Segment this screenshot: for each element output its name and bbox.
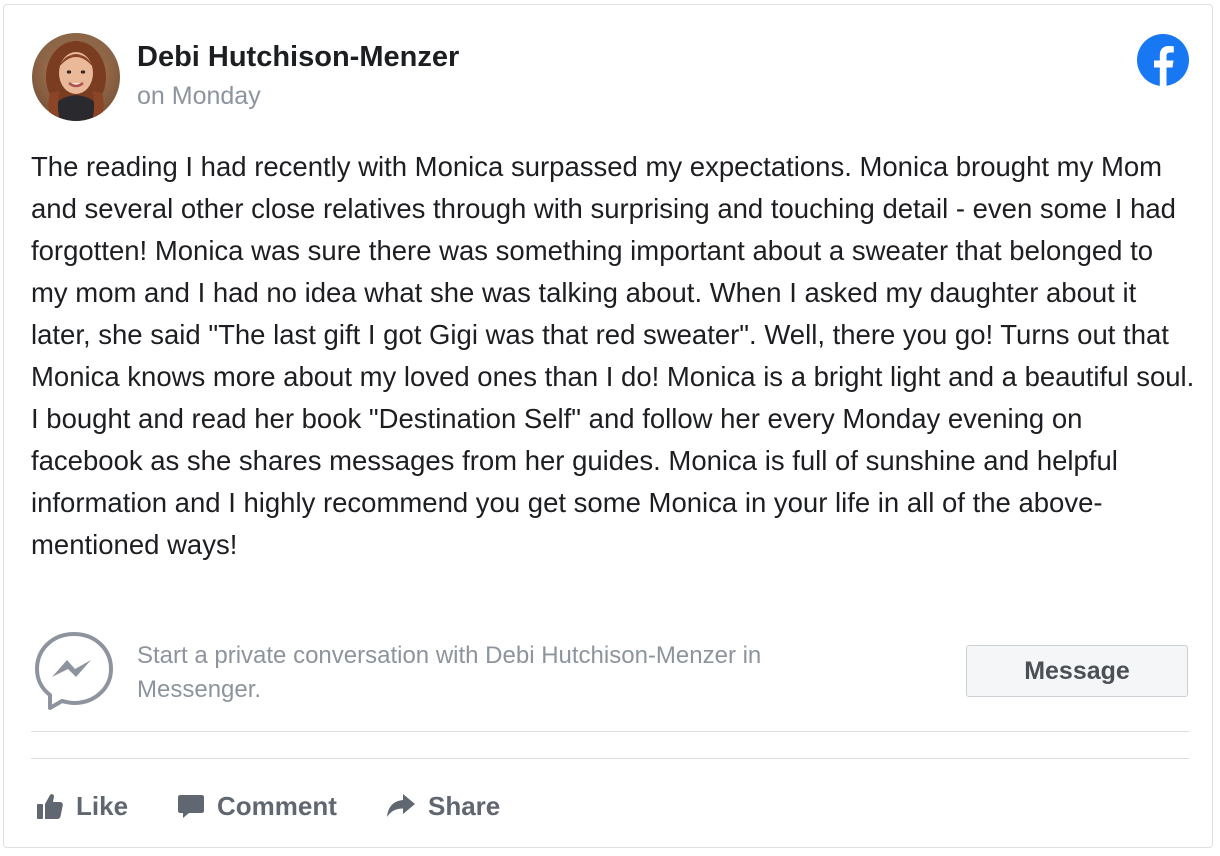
author-name[interactable]: Debi Hutchison-Menzer	[137, 41, 459, 74]
divider	[31, 758, 1189, 759]
share-button[interactable]: Share	[386, 785, 500, 827]
like-button[interactable]: Like	[36, 785, 128, 827]
facebook-post-card: Debi Hutchison-Menzer on Monday The read…	[3, 4, 1213, 848]
share-label: Share	[428, 790, 501, 821]
thumbs-up-icon	[36, 792, 64, 820]
messenger-prompt: Start a private conversation with Debi H…	[137, 642, 762, 703]
post-timestamp[interactable]: on Monday	[137, 82, 261, 111]
divider	[31, 731, 1189, 732]
share-arrow-icon	[386, 792, 416, 820]
comment-label: Comment	[217, 790, 337, 821]
messenger-icon[interactable]	[32, 629, 116, 713]
post-body-text: The reading I had recently with Monica s…	[31, 151, 1195, 560]
facebook-logo-icon[interactable]	[1137, 34, 1189, 86]
comment-bubble-icon	[177, 792, 205, 820]
avatar[interactable]	[32, 33, 120, 121]
message-button[interactable]: Message	[966, 645, 1188, 697]
avatar-photo	[32, 33, 120, 121]
like-label: Like	[76, 790, 129, 821]
comment-button[interactable]: Comment	[177, 785, 337, 827]
